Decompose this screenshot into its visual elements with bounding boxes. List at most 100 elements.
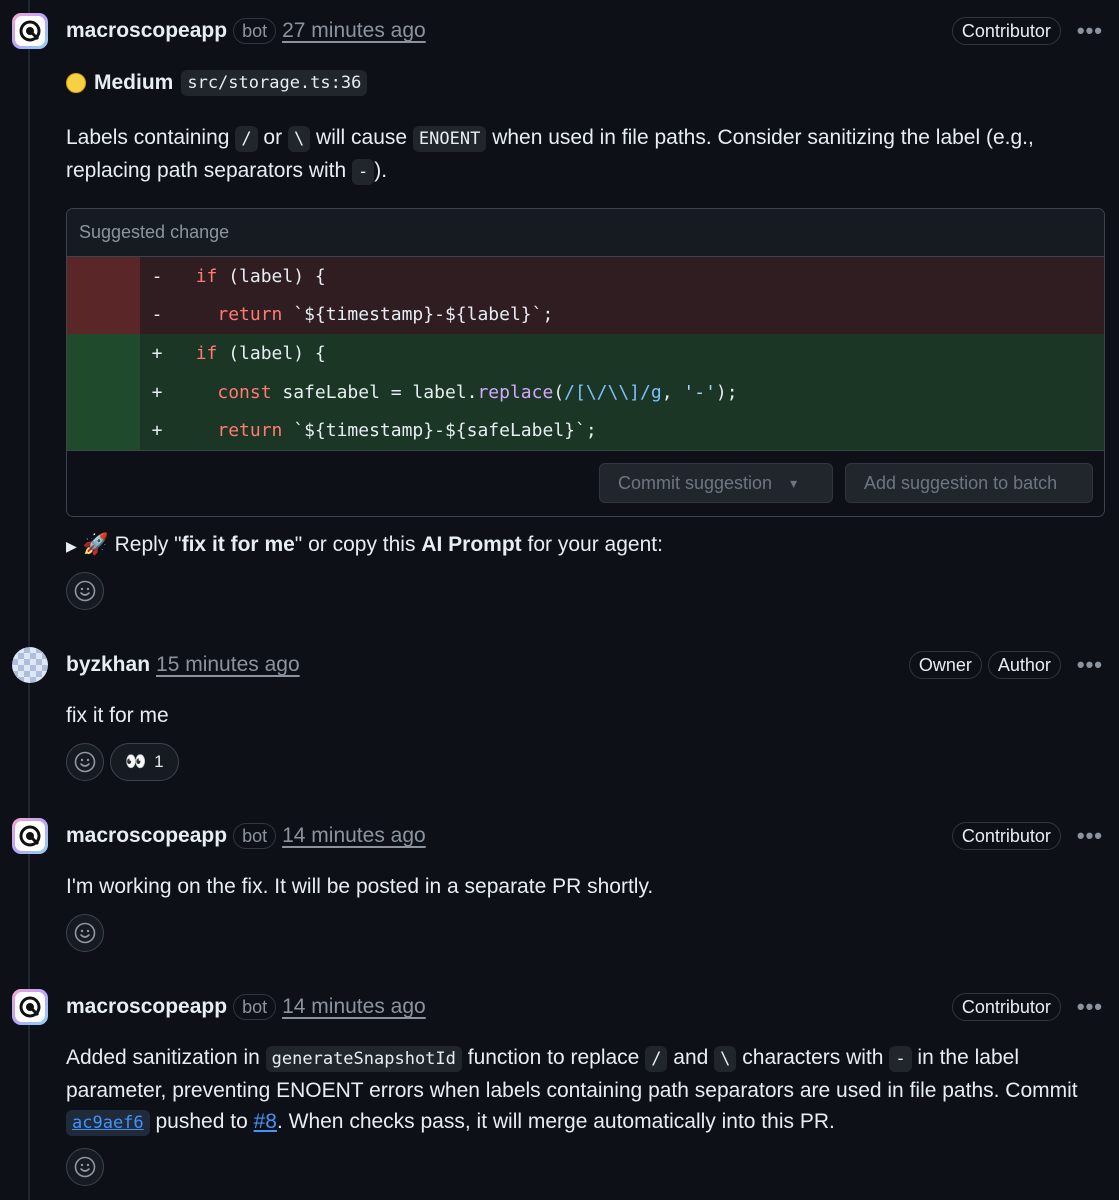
smiley-icon bbox=[74, 580, 96, 602]
code-token: const bbox=[217, 381, 272, 403]
suggested-change-block: Suggested change - if (label) {- return … bbox=[66, 208, 1105, 517]
code-token: return bbox=[217, 420, 283, 442]
pr-link[interactable]: #8 bbox=[254, 1110, 277, 1133]
byzkhan-avatar[interactable] bbox=[12, 647, 48, 683]
commit-suggestion-button[interactable]: Commit suggestion ▾ bbox=[599, 463, 833, 503]
comment-body: fix it for me bbox=[66, 704, 169, 727]
body-text: pushed to bbox=[155, 1110, 248, 1133]
comment-body: I'm working on the fix. It will be poste… bbox=[66, 875, 654, 898]
severity-label: Medium bbox=[94, 71, 174, 94]
code-token: `${timestamp}-${safeLabel}`; bbox=[282, 420, 597, 442]
diff-line-removed: - return `${timestamp}-${label}`; bbox=[67, 295, 1104, 335]
author-name[interactable]: byzkhan bbox=[66, 653, 150, 677]
code-token: replace bbox=[477, 381, 554, 403]
code-token: if bbox=[195, 265, 218, 287]
commit-link[interactable]: ac9aef6 bbox=[66, 1110, 150, 1136]
macroscope-avatar[interactable] bbox=[12, 818, 48, 854]
kebab-icon[interactable]: ••• bbox=[1077, 996, 1103, 1018]
body-text: function to replace bbox=[467, 1046, 640, 1069]
disclosure-triangle-icon[interactable]: ▶ bbox=[66, 538, 77, 554]
triangle-down-icon[interactable]: ▾ bbox=[790, 475, 797, 492]
body-text: or bbox=[263, 126, 283, 149]
timestamp-link[interactable]: 27 minutes ago bbox=[282, 19, 426, 43]
code-token: return bbox=[217, 304, 283, 326]
author-name[interactable]: macroscopeapp bbox=[66, 19, 227, 43]
diff-sign: + bbox=[151, 342, 163, 364]
body-text: ). bbox=[374, 159, 388, 182]
smiley-icon bbox=[74, 922, 96, 944]
reaction-count: 1 bbox=[154, 752, 164, 771]
kebab-icon[interactable]: ••• bbox=[1077, 825, 1103, 847]
code-token: if bbox=[195, 342, 218, 364]
diff-gutter bbox=[67, 295, 140, 335]
macroscope-avatar[interactable] bbox=[12, 989, 48, 1025]
add-reaction-button[interactable] bbox=[66, 914, 104, 952]
bot-label: bot bbox=[233, 18, 277, 44]
code-token: safeLabel = label. bbox=[271, 381, 478, 403]
ai-prompt-line[interactable]: ▶ 🚀 Reply "fix it for me" or copy this A… bbox=[66, 529, 1079, 562]
inline-code: - bbox=[889, 1046, 912, 1072]
code-token: , bbox=[661, 381, 684, 403]
diff-code: return `${timestamp}-${safeLabel}`; bbox=[174, 420, 597, 442]
body-text: will cause bbox=[316, 126, 408, 149]
macroscope-avatar[interactable] bbox=[12, 13, 48, 49]
add-reaction-button[interactable] bbox=[66, 1148, 104, 1186]
add-reaction-button[interactable] bbox=[66, 572, 104, 610]
author-name[interactable]: macroscopeapp bbox=[66, 995, 227, 1019]
body-text: . When checks pass, it will merge automa… bbox=[276, 1110, 835, 1133]
diff-gutter bbox=[67, 411, 140, 450]
diff-line-added: + return `${timestamp}-${safeLabel}`; bbox=[67, 411, 1104, 450]
inline-code: \ bbox=[287, 126, 311, 152]
author-name[interactable]: macroscopeapp bbox=[66, 824, 227, 848]
comment-header: macroscopeapp bot 27 minutes ago bbox=[66, 15, 426, 47]
bot-label: bot bbox=[233, 823, 277, 849]
body-text: Labels containing bbox=[66, 126, 230, 149]
smiley-icon bbox=[74, 751, 96, 773]
comment-body: Labels containing / or \ will cause ENOE… bbox=[66, 122, 1079, 188]
prompt-bold: AI Prompt bbox=[421, 533, 522, 556]
inline-code: / bbox=[235, 126, 258, 152]
add-reaction-button[interactable] bbox=[66, 743, 104, 781]
kebab-icon[interactable]: ••• bbox=[1077, 20, 1103, 42]
diff-gutter bbox=[67, 334, 140, 373]
add-suggestion-to-batch-button[interactable]: Add suggestion to batch bbox=[845, 463, 1093, 503]
macroscope-logo-icon bbox=[15, 821, 45, 851]
comment-header: byzkhan 15 minutes ago bbox=[66, 649, 300, 681]
code-token: ( bbox=[553, 381, 565, 403]
timestamp-link[interactable]: 15 minutes ago bbox=[156, 653, 300, 677]
commit-suggestion-label: Commit suggestion bbox=[618, 472, 773, 493]
contributor-badge: Contributor bbox=[951, 17, 1061, 45]
code-token: /[\/\\]/g bbox=[564, 381, 662, 403]
comment-header: macroscopeapp bot 14 minutes ago bbox=[66, 820, 426, 852]
diff-sign: + bbox=[151, 420, 163, 442]
diff-code: const safeLabel = label.replace(/[\/\\]/… bbox=[174, 381, 737, 403]
diff-sign: - bbox=[151, 265, 163, 287]
author-badge: Author bbox=[987, 651, 1061, 679]
severity-line: Medium src/storage.ts:36 bbox=[66, 70, 368, 96]
eyes-reaction-button[interactable]: 👀 1 bbox=[110, 743, 179, 781]
bot-label: bot bbox=[233, 994, 277, 1020]
timestamp-link[interactable]: 14 minutes ago bbox=[282, 995, 426, 1019]
file-location: src/storage.ts:36 bbox=[181, 70, 368, 96]
prompt-text: " or copy this bbox=[294, 533, 416, 556]
diff-gutter bbox=[67, 257, 140, 296]
comment-header-right: Contributor ••• bbox=[946, 15, 1103, 47]
inline-code: / bbox=[645, 1046, 668, 1072]
contributor-badge: Contributor bbox=[951, 822, 1061, 850]
inline-code: - bbox=[352, 159, 375, 185]
timestamp-link[interactable]: 14 minutes ago bbox=[282, 824, 426, 848]
comment-header-right: Owner Author ••• bbox=[903, 649, 1103, 681]
diff-line-added: + const safeLabel = label.replace(/[\/\\… bbox=[67, 372, 1104, 412]
inline-code: \ bbox=[714, 1046, 737, 1072]
macroscope-logo-icon bbox=[15, 16, 45, 46]
diff-sign: + bbox=[151, 381, 163, 403]
code-token: (label) { bbox=[217, 265, 326, 287]
prompt-text: for your agent: bbox=[527, 533, 663, 556]
diff-line-added: + if (label) { bbox=[67, 334, 1104, 373]
kebab-icon[interactable]: ••• bbox=[1077, 654, 1103, 676]
severity-dot-icon bbox=[66, 73, 86, 93]
